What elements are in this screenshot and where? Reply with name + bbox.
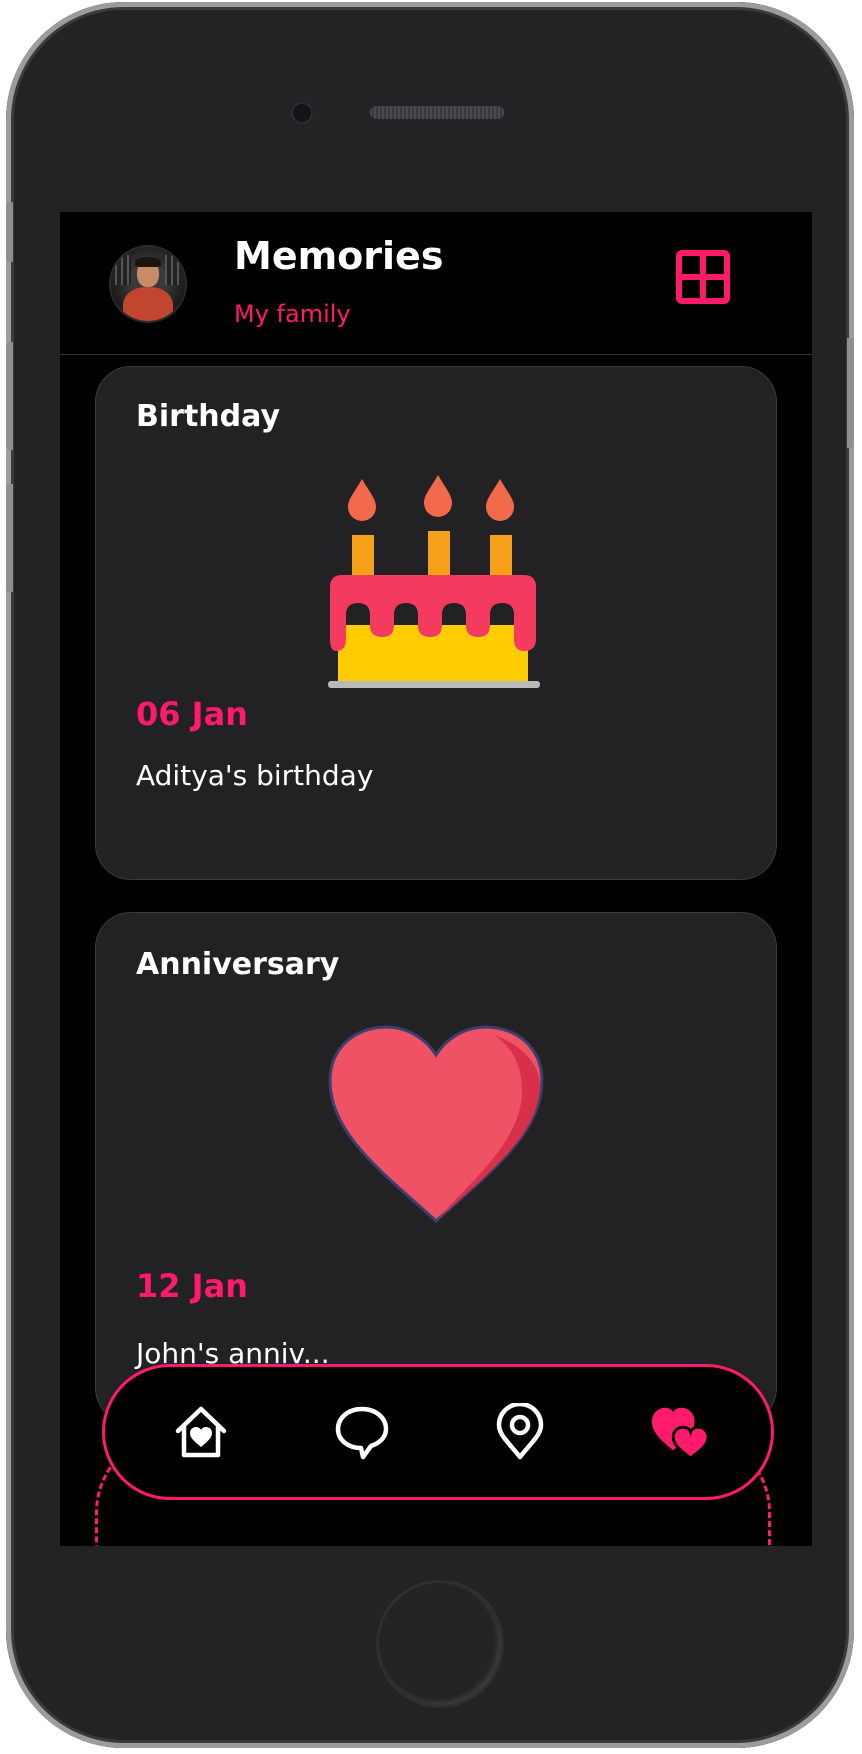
location-pin-icon: [496, 1403, 544, 1460]
bottom-navigation: [102, 1364, 774, 1500]
volume-down-button: [6, 484, 13, 592]
chat-bubble-icon: [335, 1406, 389, 1460]
user-avatar[interactable]: [109, 245, 187, 323]
home-button[interactable]: [376, 1580, 504, 1708]
app-header: Memories My family: [60, 212, 812, 355]
card-title: Birthday: [136, 399, 280, 434]
phone-frame: Memories My family Birthday 06 Jan Adity…: [6, 2, 854, 1748]
volume-up-button: [6, 342, 13, 450]
nav-chat-button[interactable]: [332, 1402, 392, 1462]
birthday-cake-icon: [328, 475, 540, 688]
nav-home-button[interactable]: [171, 1402, 231, 1462]
page-title: Memories: [234, 234, 444, 278]
nav-memories-button[interactable]: [650, 1402, 710, 1462]
earpiece-speaker: [370, 106, 504, 119]
mute-switch: [6, 202, 13, 262]
hearts-icon: [651, 1407, 710, 1460]
card-title: Anniversary: [136, 947, 340, 982]
heart-icon: [328, 1025, 544, 1224]
app-screen: Memories My family Birthday 06 Jan Adity…: [60, 212, 812, 1546]
card-date: 06 Jan: [136, 695, 248, 733]
power-button: [847, 338, 854, 448]
nav-location-button[interactable]: [490, 1402, 550, 1462]
home-heart-icon: [175, 1406, 227, 1458]
card-description: Aditya's birthday: [136, 759, 374, 792]
memory-card-birthday[interactable]: Birthday 06 Jan Aditya's birthday: [95, 366, 777, 880]
card-date: 12 Jan: [136, 1267, 248, 1305]
memory-card-anniversary[interactable]: Anniversary 12 Jan John's anniv...: [95, 912, 777, 1424]
front-camera: [291, 102, 313, 124]
grid-icon[interactable]: [676, 250, 730, 304]
page-subtitle: My family: [234, 300, 351, 328]
